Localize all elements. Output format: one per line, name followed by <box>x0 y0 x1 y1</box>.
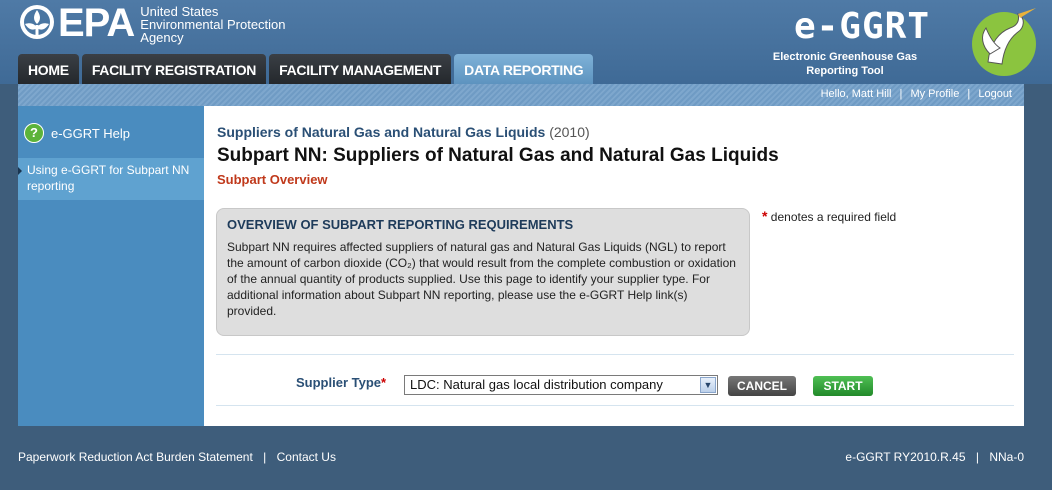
app-name: e-GGRT <box>793 6 930 47</box>
required-star: * <box>381 375 387 390</box>
footer-links: Paperwork Reduction Act Burden Statement… <box>18 450 336 464</box>
main-content: Suppliers of Natural Gas and Natural Gas… <box>204 106 1024 426</box>
tab-facility-registration[interactable]: FACILITY REGISTRATION <box>81 54 267 84</box>
epa-logo[interactable]: EPA United States Environmental Protecti… <box>18 1 286 45</box>
pointer-arrow-icon <box>18 167 22 175</box>
breadcrumb-year: (2010) <box>549 124 590 140</box>
sidebar-item-label: Using e-GGRT for Subpart NN reporting <box>27 163 190 193</box>
egg-help-link[interactable]: ? e-GGRT Help <box>18 118 204 148</box>
separator: | <box>967 88 971 100</box>
agency-name: United States Environmental Protection A… <box>140 4 286 45</box>
supplier-type-label: Supplier Type* <box>296 375 387 390</box>
sidebar: ? e-GGRT Help Using e-GGRT for Subpart N… <box>18 106 204 426</box>
egg-help-label: e-GGRT Help <box>51 125 130 141</box>
page-id: NNa-0 <box>989 450 1024 464</box>
separator: | <box>975 450 979 464</box>
footer: Paperwork Reduction Act Burden Statement… <box>0 448 1052 470</box>
user-greeting: Hello, Matt Hill <box>820 88 892 100</box>
contact-us-link[interactable]: Contact Us <box>277 450 336 464</box>
required-note-text: denotes a required field <box>770 210 897 224</box>
page-title: Subpart NN: Suppliers of Natural Gas and… <box>217 145 779 166</box>
chevron-down-icon[interactable]: ▼ <box>700 377 716 393</box>
required-star: * <box>762 208 768 224</box>
start-button[interactable]: START <box>813 376 873 396</box>
footer-version: e-GGRT RY2010.R.45 | NNa-0 <box>845 450 1024 464</box>
egg-logo: e-GGRT Electronic Greenhouse Gas Reporti… <box>770 2 1040 82</box>
epa-wordmark: EPA <box>58 1 135 45</box>
tab-facility-management[interactable]: FACILITY MANAGEMENT <box>269 54 452 84</box>
main-nav: HOME FACILITY REGISTRATION FACILITY MANA… <box>18 54 594 84</box>
separator: | <box>263 450 267 464</box>
overview-heading: OVERVIEW OF SUBPART REPORTING REQUIREMEN… <box>227 217 574 232</box>
tab-data-reporting[interactable]: DATA REPORTING <box>454 54 594 84</box>
paperwork-link[interactable]: Paperwork Reduction Act Burden Statement <box>18 450 253 464</box>
supplier-type-value: LDC: Natural gas local distribution comp… <box>410 377 663 392</box>
egret-logo-icon <box>960 2 1040 82</box>
supplier-form: Supplier Type* LDC: Natural gas local di… <box>216 354 1014 406</box>
breadcrumb: Suppliers of Natural Gas and Natural Gas… <box>217 124 590 140</box>
version-text: e-GGRT RY2010.R.45 <box>845 450 966 464</box>
page-subtitle: Subpart Overview <box>217 172 328 187</box>
overview-body: Subpart NN requires affected suppliers o… <box>227 240 736 318</box>
overview-panel: OVERVIEW OF SUBPART REPORTING REQUIREMEN… <box>216 208 750 336</box>
separator: | <box>899 88 903 100</box>
logout-link[interactable]: Logout <box>978 88 1012 100</box>
user-bar: Hello, Matt Hill | My Profile | Logout <box>18 84 1024 106</box>
sidebar-item-using-subpart-nn[interactable]: Using e-GGRT for Subpart NN reporting <box>18 158 204 200</box>
help-question-icon: ? <box>24 123 44 143</box>
app-subtitle: Electronic Greenhouse Gas Reporting Tool <box>772 51 918 77</box>
epa-flower-icon <box>18 3 56 41</box>
required-note: * denotes a required field <box>762 208 896 224</box>
header: EPA United States Environmental Protecti… <box>0 0 1052 84</box>
my-profile-link[interactable]: My Profile <box>910 88 959 100</box>
cancel-button[interactable]: CANCEL <box>728 376 796 396</box>
tab-home[interactable]: HOME <box>18 54 79 84</box>
user-links: Hello, Matt Hill | My Profile | Logout <box>821 88 1012 100</box>
supplier-type-select[interactable]: LDC: Natural gas local distribution comp… <box>404 375 718 395</box>
breadcrumb-subpart: Suppliers of Natural Gas and Natural Gas… <box>217 124 546 140</box>
app-frame: EPA United States Environmental Protecti… <box>0 0 1052 490</box>
